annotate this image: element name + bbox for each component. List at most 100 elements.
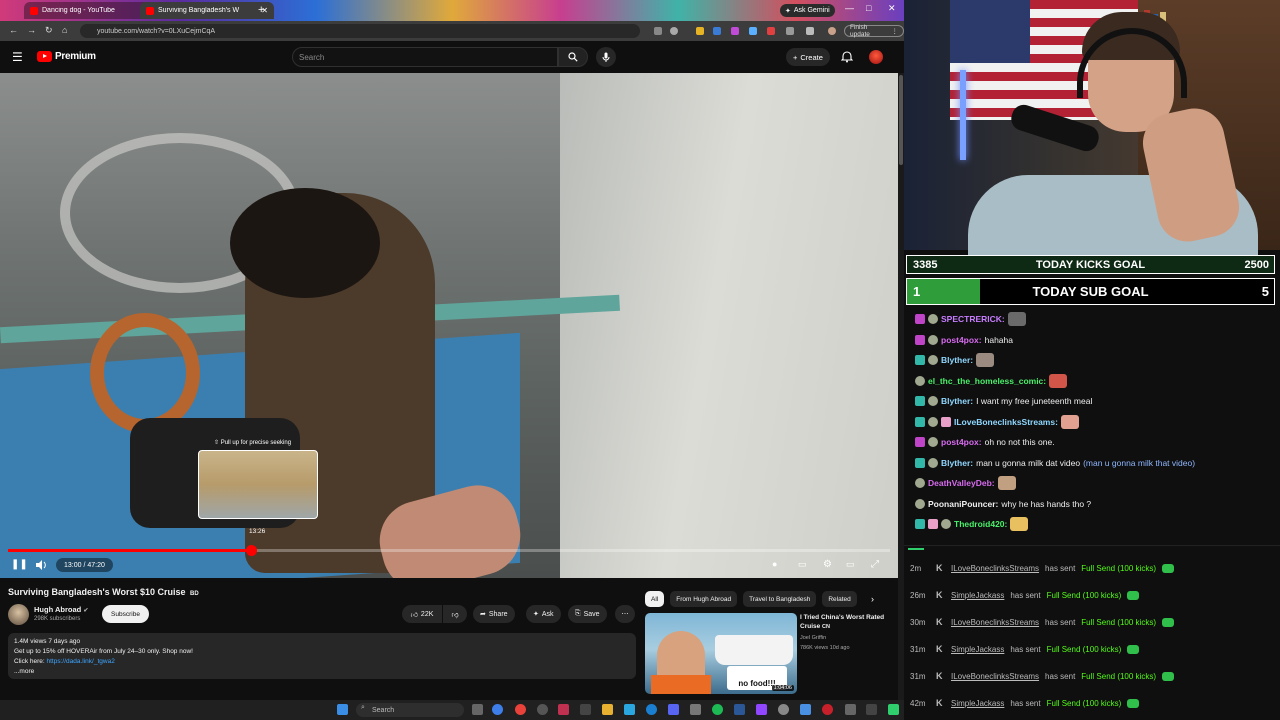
event-username[interactable]: SimpleJackass (951, 591, 1004, 600)
chat-username[interactable]: Thedroid420: (954, 519, 1007, 529)
notifications-bell-icon[interactable] (841, 50, 853, 63)
event-username[interactable]: SimpleJackass (951, 645, 1004, 654)
extension-icon[interactable] (696, 27, 704, 35)
menu-hamburger-icon[interactable]: ☰ (12, 50, 23, 64)
voice-search-button[interactable] (596, 47, 616, 67)
chat-username[interactable]: Blyther: (941, 458, 973, 468)
related-channel[interactable]: Joel Griffin (800, 635, 826, 641)
new-tab-button[interactable]: + (258, 4, 264, 16)
chip-travel[interactable]: Travel to Bangladesh (743, 591, 817, 607)
task-view-icon[interactable] (472, 704, 483, 715)
start-windows-icon[interactable] (337, 704, 348, 715)
chat-username[interactable]: post4pox: (941, 335, 982, 345)
volume-icon[interactable] (36, 560, 48, 570)
url-field[interactable]: youtube.com/watch?v=0LXuCejmCqA (80, 24, 640, 38)
chat-username[interactable]: SPECTRERICK: (941, 314, 1005, 324)
app-icon[interactable] (822, 704, 833, 715)
chat-username[interactable]: Blyther: (941, 396, 973, 406)
install-app-icon[interactable] (654, 27, 662, 35)
sidebar-icon[interactable] (806, 27, 814, 35)
create-button[interactable]: + Create (786, 48, 830, 66)
chat-username[interactable]: PoonaniPouncer: (928, 499, 998, 509)
video-player[interactable] (0, 73, 898, 578)
extension-icon[interactable] (749, 27, 757, 35)
account-avatar[interactable] (869, 50, 883, 64)
channel-name[interactable]: Hugh Abroad ✔ (34, 605, 88, 614)
chat-username[interactable]: Blyther: (941, 355, 973, 365)
app-icon[interactable] (866, 704, 877, 715)
subscribe-button[interactable]: Subscribe (102, 605, 149, 623)
extension-icon[interactable] (767, 27, 775, 35)
obs-icon[interactable] (558, 704, 569, 715)
chrome-icon[interactable] (515, 704, 526, 715)
chat-username[interactable]: ILoveBoneclinksStreams: (954, 417, 1058, 427)
event-username[interactable]: ILoveBoneclinksStreams (951, 564, 1039, 573)
chip-all[interactable]: All (645, 591, 665, 607)
kick-app-icon[interactable] (888, 704, 899, 715)
home-icon[interactable]: ⌂ (62, 25, 67, 35)
dislike-button[interactable]: 👎︎ (443, 605, 467, 623)
spotify-icon[interactable] (712, 704, 723, 715)
save-button[interactable]: ⎘ Save (568, 605, 607, 623)
edge-browser-icon[interactable] (492, 704, 503, 715)
back-arrow-icon[interactable]: ← (9, 25, 18, 35)
finish-update-button[interactable]: Finish update ⋮ (844, 24, 904, 38)
extension-icon[interactable] (713, 27, 721, 35)
related-video-thumbnail[interactable]: no food!!! 1:04:06 (645, 613, 797, 694)
settings-gear-icon[interactable]: ⚙ (823, 559, 832, 570)
app-icon[interactable] (646, 704, 657, 715)
chat-username[interactable]: DeathValleyDeb: (928, 478, 995, 488)
search-input[interactable]: Search (292, 47, 558, 67)
search-button[interactable] (558, 47, 588, 67)
event-username[interactable]: SimpleJackass (951, 699, 1004, 708)
share-button[interactable]: ➦ Share (473, 605, 515, 623)
chevron-right-icon[interactable]: › (871, 594, 874, 604)
ask-gemini-button[interactable]: ✦ Ask Gemini (780, 4, 835, 17)
captions-icon[interactable]: ▭ (798, 559, 807, 570)
chat-username[interactable]: post4pox: (941, 437, 982, 447)
app-icon[interactable] (690, 704, 701, 715)
chat-username[interactable]: el_thc_the_homeless_comic: (928, 376, 1046, 386)
minimize-button[interactable]: — (845, 3, 854, 13)
app-icon[interactable] (734, 704, 745, 715)
app-icon[interactable] (800, 704, 811, 715)
chip-from-channel[interactable]: From Hugh Abroad (670, 591, 738, 607)
app-icon[interactable] (580, 704, 591, 715)
event-username[interactable]: ILoveBoneclinksStreams (951, 618, 1039, 627)
tab-dancing-dog[interactable]: Dancing dog - YouTube ✕ (24, 2, 158, 19)
app-icon[interactable] (537, 704, 548, 715)
theater-mode-icon[interactable]: ▭ (846, 559, 855, 570)
taskbar-search[interactable]: ⌕ Search (356, 703, 464, 717)
progress-bar[interactable] (8, 545, 890, 556)
app-icon[interactable] (778, 704, 789, 715)
forward-arrow-icon[interactable]: → (27, 25, 36, 35)
channel-avatar[interactable] (8, 604, 29, 625)
file-explorer-icon[interactable] (602, 704, 613, 715)
profile-avatar[interactable] (828, 27, 836, 35)
fullscreen-icon[interactable]: ⤢ (871, 559, 879, 570)
discord-icon[interactable] (668, 704, 679, 715)
event-username[interactable]: ILoveBoneclinksStreams (951, 672, 1039, 681)
autoplay-toggle-icon[interactable]: ● (772, 559, 777, 569)
related-video-title[interactable]: I Tried China's Worst Rated Cruise CN (800, 613, 892, 632)
extensions-puzzle-icon[interactable] (786, 27, 794, 35)
close-window-button[interactable]: ✕ (888, 3, 896, 14)
tab-surviving-bangladesh[interactable]: Surviving Bangladesh's W ✕ (140, 2, 274, 19)
pause-icon[interactable]: ❚❚ (11, 559, 28, 570)
app-icon[interactable] (845, 704, 856, 715)
description-link[interactable]: https://dada.link/_tgwa2 (47, 658, 115, 665)
app-icon[interactable] (756, 704, 767, 715)
telegram-icon[interactable] (624, 704, 635, 715)
youtube-premium-logo[interactable]: Premium (37, 51, 96, 62)
bookmark-star-icon[interactable] (670, 27, 678, 35)
reload-icon[interactable]: ↻ (45, 25, 53, 36)
ask-button[interactable]: ✦ Ask (526, 605, 561, 623)
description-box[interactable]: 1.4M views 7 days ago Get up to 15% off … (8, 633, 636, 679)
more-actions-button[interactable]: ⋯ (615, 605, 635, 623)
chip-related[interactable]: Related (822, 591, 857, 607)
extension-icon[interactable] (731, 27, 739, 35)
maximize-button[interactable]: □ (866, 3, 871, 13)
scrubber-handle[interactable] (245, 545, 257, 556)
like-button[interactable]: 👍︎ 22K (402, 605, 442, 623)
show-more-link[interactable]: ...more (14, 668, 34, 675)
